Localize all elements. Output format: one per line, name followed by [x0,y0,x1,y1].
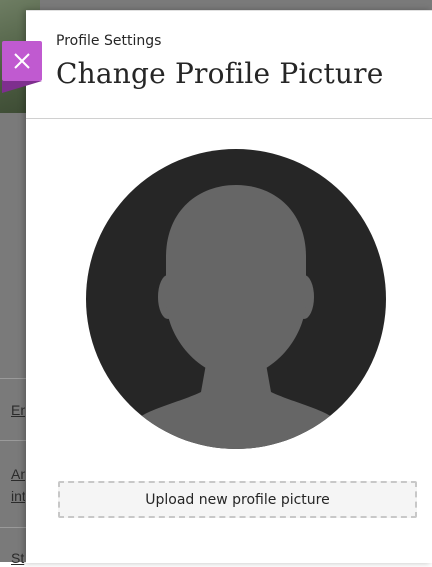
background-link-3[interactable]: St [11,549,25,567]
upload-profile-picture-button[interactable]: Upload new profile picture [58,481,417,518]
profile-settings-panel: Profile Settings Change Profile Picture … [26,10,432,563]
avatar [86,149,386,449]
background-link-2[interactable]: An [11,465,25,483]
panel-eyebrow: Profile Settings [56,33,162,49]
default-avatar-icon [86,149,386,449]
close-button[interactable] [2,41,42,93]
background-link-2-cont[interactable]: int [11,487,25,505]
panel-header: Profile Settings Change Profile Picture [26,11,432,119]
close-icon [14,53,30,69]
background-link-1[interactable]: En [11,401,25,419]
page-title: Change Profile Picture [56,57,384,90]
